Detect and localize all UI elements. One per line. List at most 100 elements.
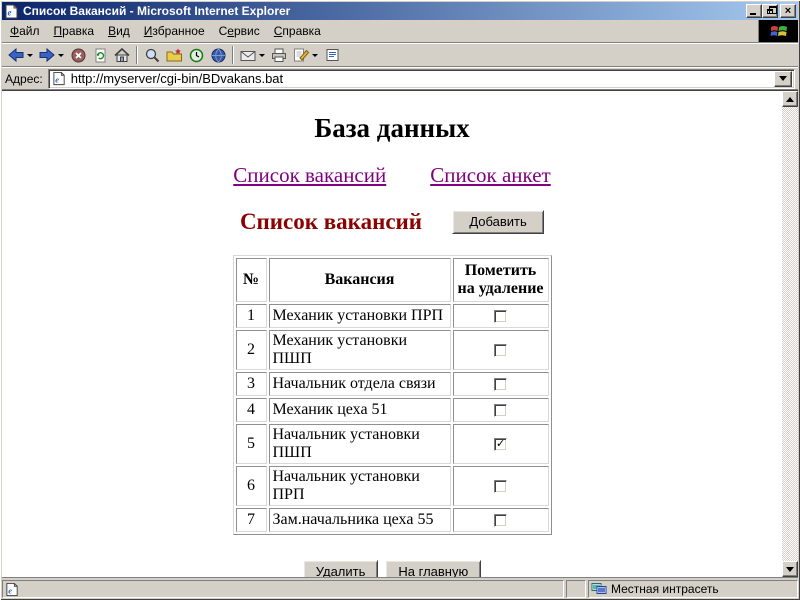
form-actions: Удалить На главную: [2, 559, 782, 577]
row-vacancy: Механик цеха 51: [268, 397, 451, 422]
header-number: №: [235, 258, 267, 302]
forward-button[interactable]: [36, 45, 58, 66]
delete-button[interactable]: Удалить: [302, 559, 379, 577]
header-mark-delete: Пометить на удаление: [452, 258, 549, 302]
back-icon: [8, 47, 24, 63]
stop-icon: [71, 48, 85, 62]
address-input[interactable]: http://myserver/cgi-bin/BDvakans.bat: [71, 71, 774, 86]
address-field[interactable]: e http://myserver/cgi-bin/BDvakans.bat: [47, 68, 795, 89]
status-progress-panel: [566, 580, 586, 598]
menu-favorites[interactable]: Избранное: [137, 22, 212, 41]
address-dropdown-button[interactable]: [774, 70, 792, 87]
home-page-button[interactable]: На главную: [385, 559, 482, 577]
menu-file[interactable]: Файл: [3, 22, 47, 41]
row-number: 4: [235, 397, 267, 422]
section-title: Список вакансий: [239, 209, 423, 234]
restore-icon: [767, 6, 777, 14]
row-vacancy: Начальник установки ПШП: [268, 423, 451, 464]
header-vacancy: Вакансия: [268, 258, 451, 302]
chevron-down-icon: [786, 566, 794, 572]
menu-help[interactable]: Справка: [267, 22, 328, 41]
edit-icon: [294, 48, 310, 62]
print-icon: [272, 48, 286, 62]
close-icon: ×: [784, 5, 792, 17]
row-number: 7: [235, 507, 267, 532]
delete-checkbox[interactable]: [494, 513, 507, 527]
table-row: 7 Зам.начальника цеха 55: [235, 507, 549, 532]
print-button[interactable]: [268, 45, 290, 66]
messenger-button[interactable]: [207, 45, 229, 66]
status-bar: e Местная интрасеть: [2, 578, 798, 598]
ie-page-icon: e: [53, 71, 65, 86]
forward-icon: [39, 47, 55, 63]
windows-logo-icon: [770, 25, 787, 36]
messenger-icon: [211, 48, 225, 62]
refresh-icon: [95, 48, 105, 62]
delete-checkbox[interactable]: [494, 343, 507, 357]
mail-dropdown[interactable]: [259, 53, 265, 57]
forward-dropdown[interactable]: [58, 53, 64, 57]
link-vacancies[interactable]: Список вакансий: [233, 163, 386, 188]
vertical-scrollbar[interactable]: [782, 91, 798, 577]
status-zone-label: Местная интрасеть: [611, 582, 719, 596]
delete-checkbox[interactable]: [494, 309, 507, 323]
status-main-panel: e: [2, 580, 564, 598]
menu-view[interactable]: Вид: [101, 22, 137, 41]
row-number: 3: [235, 371, 267, 396]
row-vacancy: Начальник установки ПРП: [268, 465, 451, 506]
delete-checkbox[interactable]: [494, 377, 507, 391]
favorites-button[interactable]: [163, 45, 185, 66]
row-number: 1: [235, 303, 267, 328]
browser-window: e Список Вакансий - Microsoft Internet E…: [0, 0, 800, 600]
discuss-button[interactable]: [321, 45, 343, 66]
stop-button[interactable]: [67, 45, 89, 66]
table-row: 3 Начальник отдела связи: [235, 371, 549, 396]
scroll-up-button[interactable]: [782, 91, 798, 107]
home-icon: [114, 47, 130, 62]
delete-checkbox[interactable]: [494, 479, 507, 493]
home-button[interactable]: [111, 45, 133, 66]
table-row: 2 Механик установки ПШП: [235, 329, 549, 370]
delete-checkbox[interactable]: [494, 403, 507, 417]
row-number: 5: [235, 423, 267, 464]
mail-button[interactable]: [237, 45, 259, 66]
title-bar: e Список Вакансий - Microsoft Internet E…: [2, 2, 798, 20]
delete-checkbox[interactable]: [494, 437, 507, 451]
menu-bar: Файл Правка Вид Избранное Сервис Справка: [2, 20, 798, 43]
section-header: Список вакансий Добавить: [2, 209, 782, 235]
edit-button[interactable]: [290, 45, 312, 66]
ie-page-icon: e: [5, 4, 18, 18]
restore-button[interactable]: [762, 4, 778, 18]
refresh-button[interactable]: [89, 45, 111, 66]
table-header-row: № Вакансия Пометить на удаление: [235, 258, 549, 302]
table-row: 1 Механик установки ПРП: [235, 303, 549, 328]
link-questionnaires[interactable]: Список анкет: [430, 163, 551, 188]
toolbar: [2, 43, 798, 67]
toolbar-separator: [136, 46, 138, 64]
chevron-down-icon: [779, 76, 787, 81]
address-bar: Адрес: e http://myserver/cgi-bin/BDvakan…: [2, 67, 798, 90]
menu-tools[interactable]: Сервис: [212, 22, 267, 41]
windows-logo-throbber: [758, 20, 798, 42]
menu-edit[interactable]: Правка: [47, 22, 102, 41]
toolbar-separator: [232, 46, 234, 64]
window-title: Список Вакансий - Microsoft Internet Exp…: [23, 4, 291, 18]
minimize-button[interactable]: [746, 4, 762, 18]
favorites-icon: [166, 48, 182, 62]
table-row: 4 Механик цеха 51: [235, 397, 549, 422]
back-dropdown[interactable]: [27, 53, 33, 57]
scroll-down-button[interactable]: [782, 561, 798, 577]
row-vacancy: Механик установки ПШП: [268, 329, 451, 370]
row-vacancy: Начальник отдела связи: [268, 371, 451, 396]
row-number: 2: [235, 329, 267, 370]
table-row: 6 Начальник установки ПРП: [235, 465, 549, 506]
edit-dropdown[interactable]: [312, 53, 318, 57]
status-zone-panel: Местная интрасеть: [588, 580, 798, 598]
chevron-up-icon: [786, 96, 794, 102]
svg-text:e: e: [55, 74, 59, 84]
history-button[interactable]: [185, 45, 207, 66]
add-button[interactable]: Добавить: [452, 210, 545, 234]
back-button[interactable]: [5, 45, 27, 66]
search-button[interactable]: [141, 45, 163, 66]
close-button[interactable]: ×: [780, 4, 796, 18]
